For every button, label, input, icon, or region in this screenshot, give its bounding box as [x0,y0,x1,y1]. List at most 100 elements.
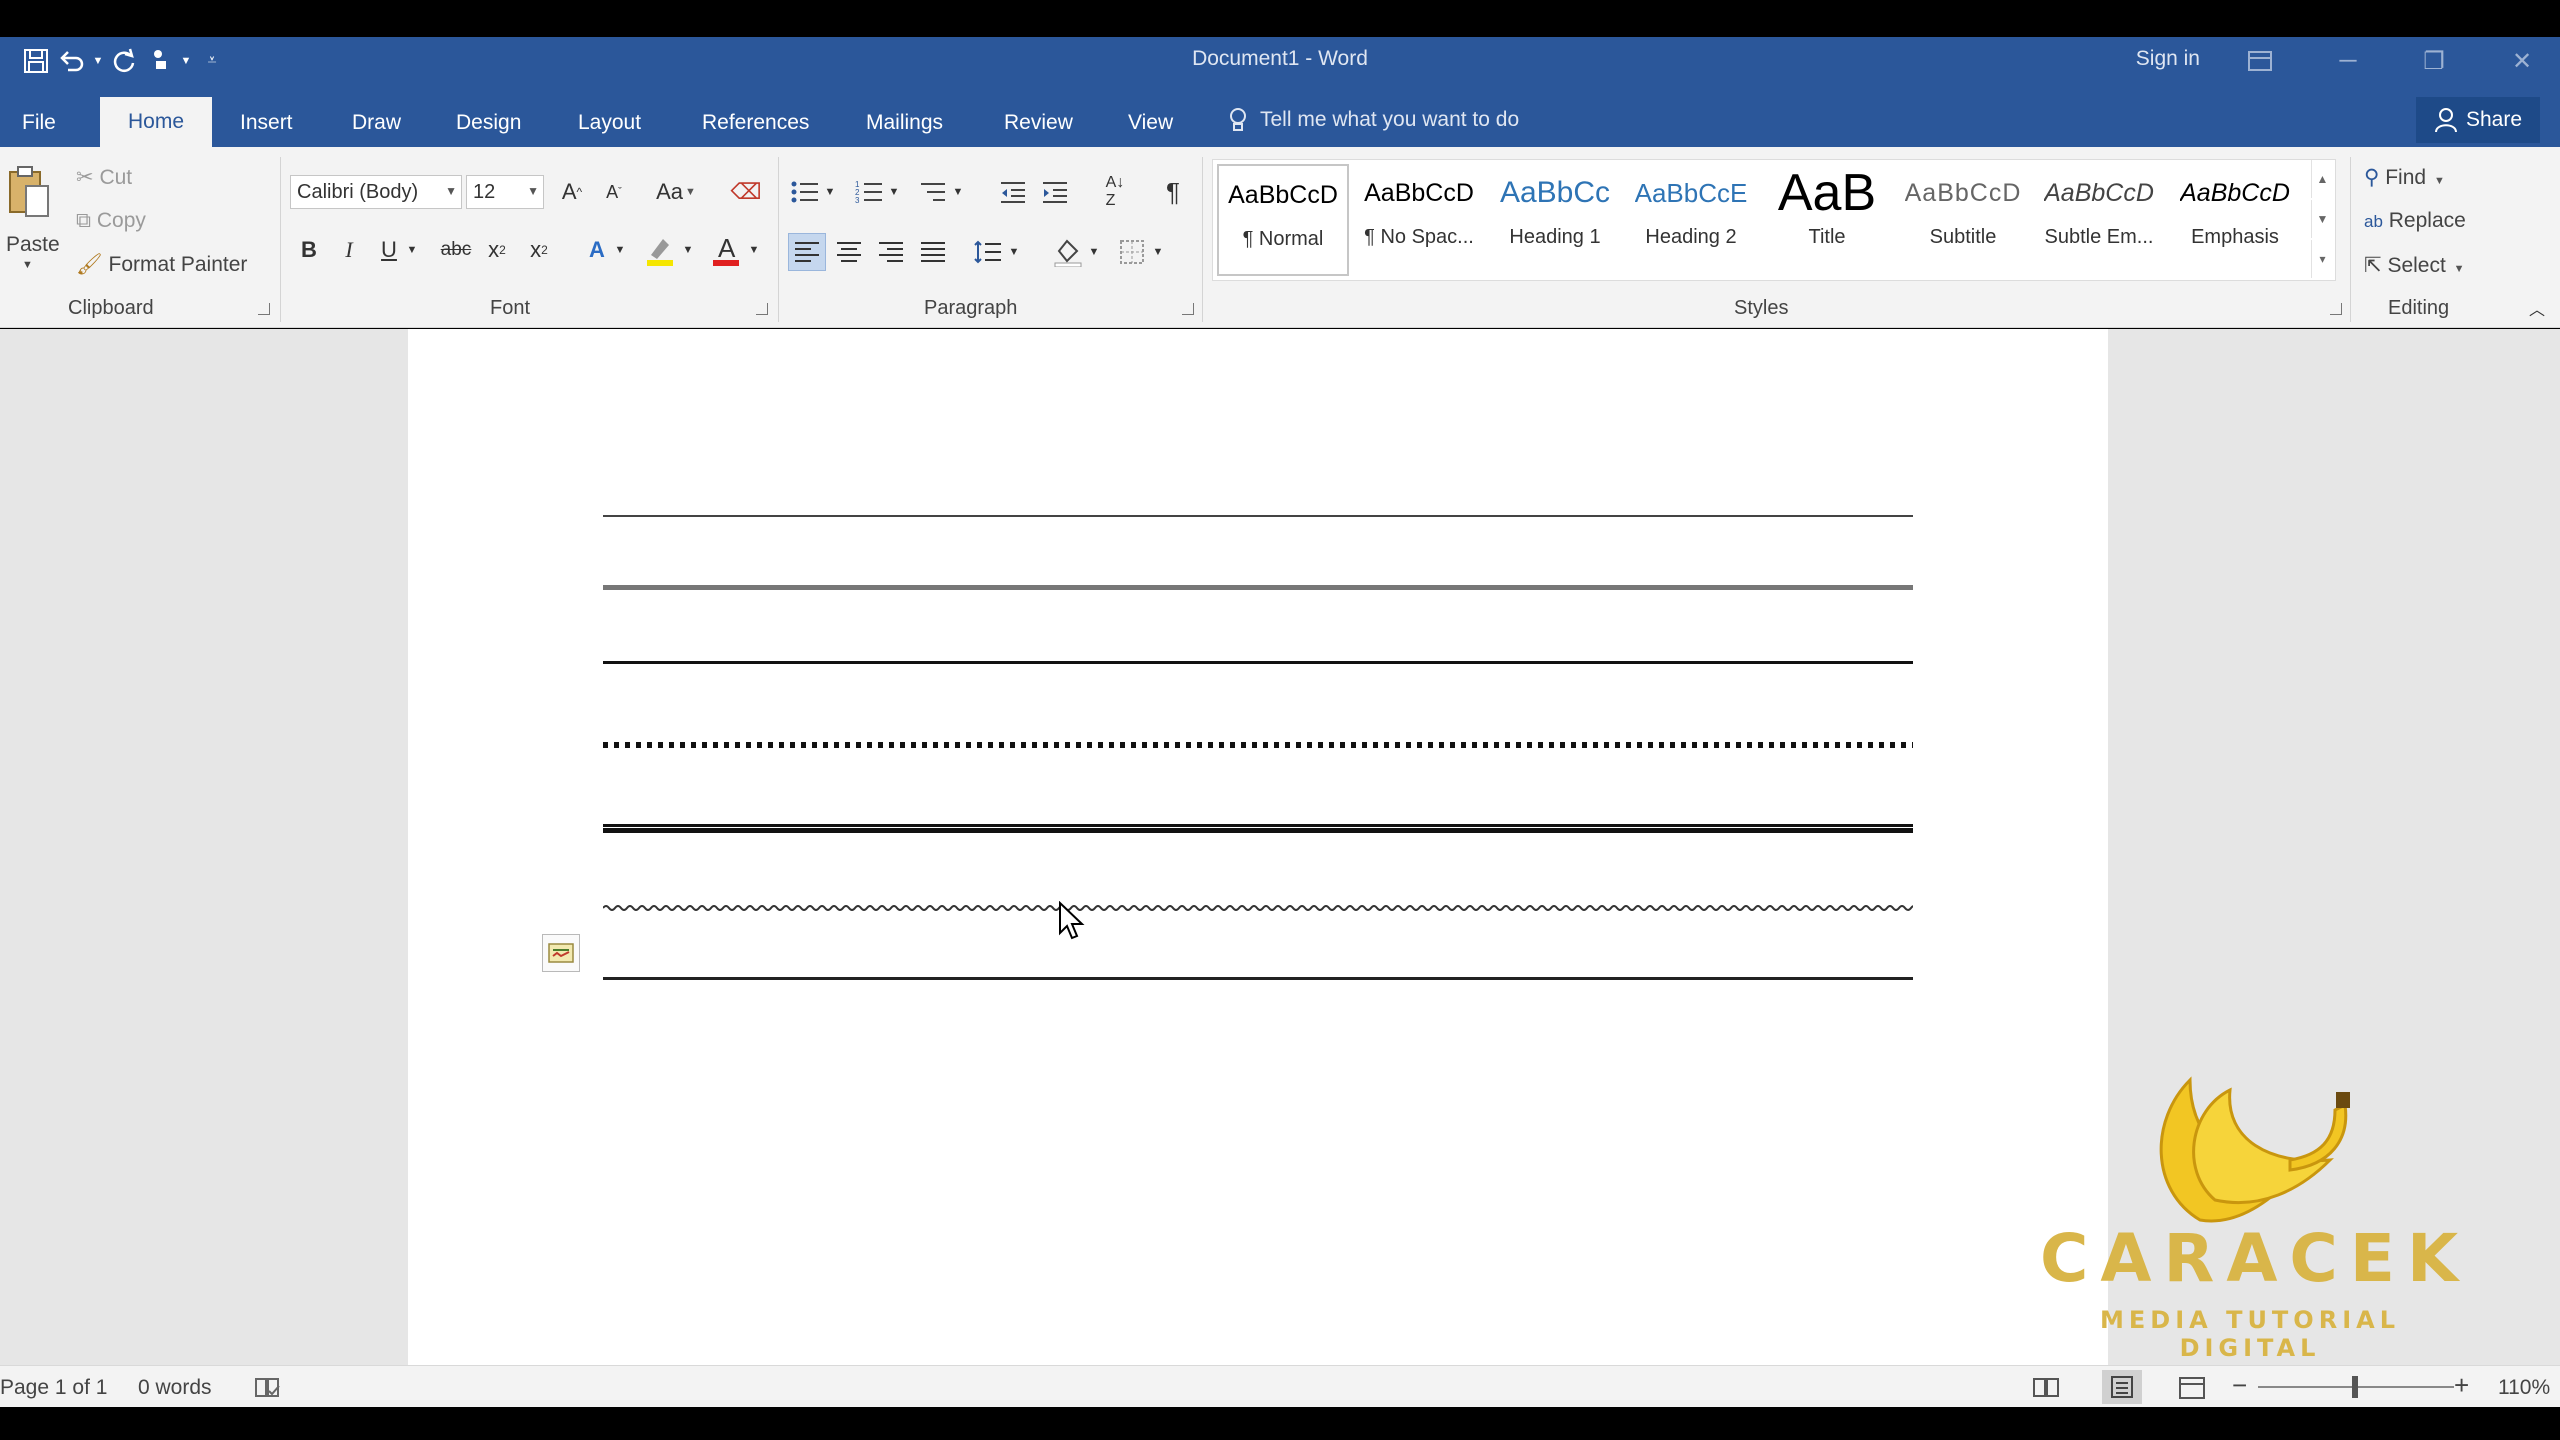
restore-icon[interactable]: ❐ [2404,43,2464,79]
format-painter-button[interactable]: 🖌 Format Painter [76,253,247,277]
ribbon-display-options-icon[interactable] [2230,43,2290,79]
tab-references[interactable]: References [692,99,819,147]
tab-home[interactable]: Home [100,97,212,147]
align-right-icon[interactable] [872,233,910,271]
grow-font-icon[interactable]: A ^ [554,175,590,209]
gallery-scroll-down-icon[interactable]: ▼ [2311,200,2333,238]
font-launcher-icon[interactable] [756,303,768,315]
superscript-icon[interactable]: x2 [524,233,554,267]
close-icon[interactable]: ✕ [2492,43,2552,79]
horizontal-line-solid[interactable] [603,661,1913,664]
underline-dropdown-icon[interactable]: ▼ [404,233,420,267]
style-subtle-emphasis[interactable]: AaBbCcD Subtle Em... [2033,164,2165,276]
proofing-icon[interactable] [254,1376,282,1406]
style-heading-1[interactable]: AaBbCc Heading 1 [1489,164,1621,276]
tab-design[interactable]: Design [446,99,531,147]
numbering-dropdown-icon[interactable]: ▼ [886,175,902,209]
tab-file[interactable]: File [12,99,66,147]
zoom-slider-thumb[interactable] [2352,1376,2358,1398]
share-button[interactable]: Share [2416,97,2540,143]
gallery-scroll-up-icon[interactable]: ▲ [2311,160,2333,198]
shading-icon[interactable] [1050,233,1086,271]
tell-me-search[interactable]: Tell me what you want to do [1228,107,1519,133]
sign-in-link[interactable]: Sign in [2136,47,2200,71]
align-center-icon[interactable] [830,233,868,271]
bold-icon[interactable]: B [294,233,324,267]
minimize-icon[interactable]: ─ [2318,43,2378,79]
multilevel-dropdown-icon[interactable]: ▼ [950,175,966,209]
copy-button[interactable]: ⧉ Copy [76,209,146,233]
horizontal-line-double[interactable] [603,821,1913,833]
increase-indent-icon[interactable] [1038,175,1072,209]
show-formatting-icon[interactable]: ¶ [1156,175,1190,209]
horizontal-line-thin[interactable] [603,515,1913,517]
document-page[interactable] [408,329,2108,1365]
style-heading-2[interactable]: AaBbCcE Heading 2 [1625,164,1757,276]
subscript-icon[interactable]: x2 [482,233,512,267]
paste-label[interactable]: Paste [6,233,60,257]
paste-icon[interactable] [4,163,54,223]
find-button[interactable]: ⚲ Find ▼ [2364,165,2445,190]
horizontal-line-bottom[interactable] [603,977,1913,980]
horizontal-line-gray[interactable] [603,585,1913,590]
styles-launcher-icon[interactable] [2330,303,2342,315]
print-layout-icon[interactable] [2102,1370,2142,1404]
clipboard-launcher-icon[interactable] [258,303,270,315]
tab-draw[interactable]: Draw [342,99,411,147]
font-name-combo[interactable]: Calibri (Body) ▼ [290,175,462,209]
zoom-level[interactable]: 110% [2498,1376,2550,1400]
horizontal-line-dotted[interactable] [603,735,1913,748]
gallery-more-icon[interactable]: ▾ [2311,240,2333,278]
borders-icon[interactable] [1114,233,1150,271]
decrease-indent-icon[interactable] [996,175,1030,209]
style-title[interactable]: AaB Title [1761,164,1893,276]
horizontal-line-wavy[interactable] [602,900,1924,911]
clear-formatting-icon[interactable]: ⌫ [728,175,764,209]
shrink-font-icon[interactable]: Aˇ [596,175,632,209]
highlight-icon[interactable] [640,233,680,267]
web-layout-icon[interactable] [2178,1376,2206,1406]
italic-icon[interactable]: I [334,233,364,267]
bullets-dropdown-icon[interactable]: ▼ [822,175,838,209]
select-button[interactable]: ⇱ Select ▼ [2364,253,2465,278]
multilevel-list-icon[interactable] [916,175,950,209]
align-left-icon[interactable] [788,233,826,271]
bullets-icon[interactable] [788,175,822,209]
tab-insert[interactable]: Insert [230,99,303,147]
borders-dropdown-icon[interactable]: ▼ [1150,233,1166,271]
justify-icon[interactable] [914,233,952,271]
font-color-dropdown-icon[interactable]: ▼ [746,233,762,267]
paste-dropdown-icon[interactable]: ▼ [22,259,33,271]
autocorrect-options-icon[interactable] [542,934,580,972]
style-normal[interactable]: AaBbCcD ¶ Normal [1217,164,1349,276]
zoom-in-button[interactable]: + [2454,1370,2469,1401]
zoom-out-button[interactable]: − [2232,1370,2247,1401]
style-no-spacing[interactable]: AaBbCcD ¶ No Spac... [1353,164,1485,276]
line-spacing-dropdown-icon[interactable]: ▼ [1006,233,1022,271]
tab-view[interactable]: View [1118,99,1183,147]
numbering-icon[interactable]: 123 [852,175,886,209]
page-count[interactable]: Page 1 of 1 [0,1376,107,1400]
replace-button[interactable]: ab Replace [2364,209,2466,233]
cut-button[interactable]: ✂ Cut [76,165,132,190]
text-effects-dropdown-icon[interactable]: ▼ [612,233,628,267]
sort-icon[interactable]: A↓ Z [1098,174,1132,209]
shading-dropdown-icon[interactable]: ▼ [1086,233,1102,271]
underline-icon[interactable]: U [374,233,404,267]
tab-mailings[interactable]: Mailings [856,99,953,147]
style-emphasis[interactable]: AaBbCcD Emphasis [2169,164,2301,276]
tab-layout[interactable]: Layout [568,99,651,147]
style-subtitle[interactable]: AaBbCcD Subtitle [1897,164,2029,276]
font-size-combo[interactable]: 12 ▼ [466,175,544,209]
collapse-ribbon-icon[interactable]: ︿ [2524,295,2550,321]
tab-review[interactable]: Review [994,99,1083,147]
change-case-button[interactable]: Aa ▼ [648,175,704,209]
strikethrough-icon[interactable]: abc [436,233,476,267]
highlight-dropdown-icon[interactable]: ▼ [680,233,696,267]
line-spacing-icon[interactable] [970,233,1006,271]
paragraph-launcher-icon[interactable] [1182,303,1194,315]
word-count[interactable]: 0 words [138,1376,212,1400]
font-color-icon[interactable]: A [706,233,746,267]
text-effects-icon[interactable]: A [580,233,614,267]
read-mode-icon[interactable] [2032,1376,2060,1404]
